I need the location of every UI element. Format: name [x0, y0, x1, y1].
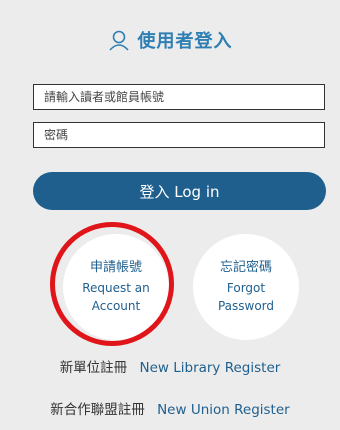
forgot-password-label-en-2: Password	[217, 299, 275, 313]
request-account-label-en-1: Request an	[82, 281, 150, 295]
login-title-row: 使用者登入	[0, 22, 340, 58]
password-input[interactable]	[33, 122, 325, 148]
new-library-register-label-zh: 新單位註冊	[59, 360, 128, 376]
forgot-password-label-en-1: Forgot	[226, 281, 266, 295]
new-library-register-link[interactable]: 新單位註冊 New Library Register	[0, 356, 340, 376]
request-account-button[interactable]: 申請帳號 Request an Account	[63, 234, 169, 340]
user-icon	[108, 29, 130, 51]
login-button-label: 登入 Log in	[139, 182, 220, 201]
new-library-register-label-en: New Library Register	[139, 360, 281, 376]
login-button[interactable]: 登入 Log in	[33, 172, 326, 210]
forgot-password-label-zh: 忘記密碼	[219, 260, 272, 275]
new-union-register-label-en: New Union Register	[157, 402, 290, 418]
login-title: 使用者登入	[137, 31, 233, 52]
forgot-password-button[interactable]: 忘記密碼 Forgot Password	[193, 234, 299, 340]
request-account-label-en-2: Account	[91, 299, 141, 313]
account-input[interactable]	[33, 84, 325, 110]
new-union-register-link[interactable]: 新合作聯盟註冊 New Union Register	[0, 398, 340, 418]
request-account-label-zh: 申請帳號	[89, 260, 142, 275]
login-panel: 使用者登入 登入 Log in 申請帳號 Request an Account …	[0, 0, 340, 430]
new-union-register-label-zh: 新合作聯盟註冊	[50, 402, 145, 418]
